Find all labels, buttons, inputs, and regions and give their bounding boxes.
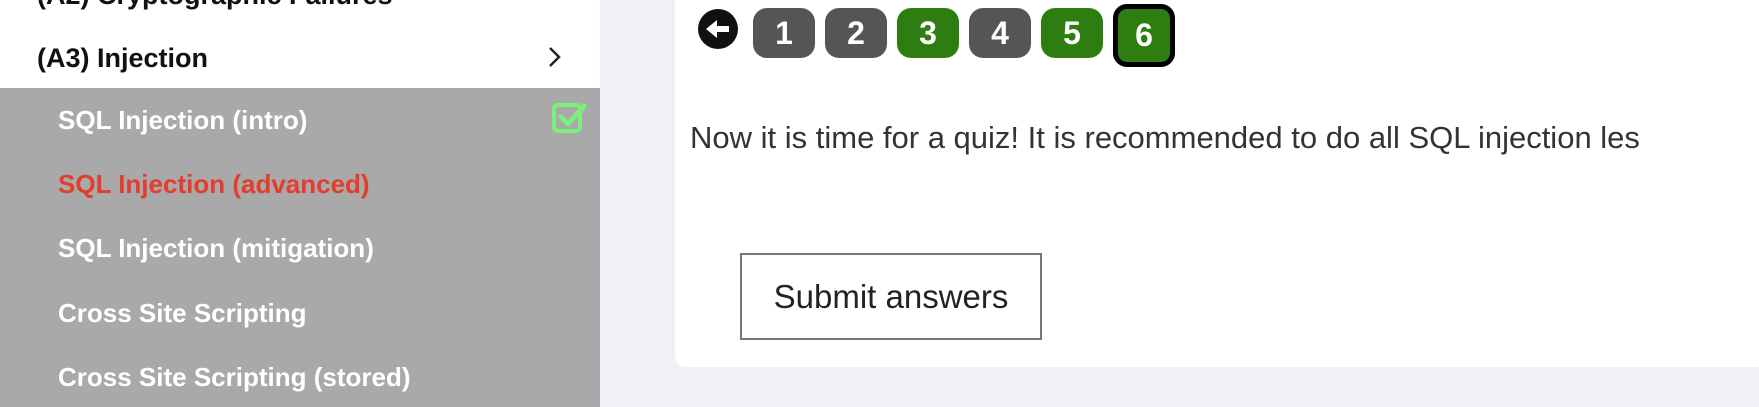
page-button-2[interactable]: 2	[825, 8, 887, 58]
chevron-right-icon	[549, 47, 561, 67]
lesson-sql-injection-mitigation[interactable]: SQL Injection (mitigation)	[58, 233, 374, 264]
lesson-list: SQL Injection (intro) SQL Injection (adv…	[0, 88, 600, 407]
sidebar: (A2) Cryptographic Failures (A3) Injecti…	[0, 0, 600, 407]
arrow-left-circle-icon[interactable]	[697, 8, 739, 50]
page-button-3[interactable]: 3	[897, 8, 959, 58]
check-square-icon	[552, 103, 587, 133]
lesson-sql-injection-advanced[interactable]: SQL Injection (advanced)	[58, 169, 370, 200]
lesson-cross-site-scripting[interactable]: Cross Site Scripting	[58, 298, 307, 329]
category-above-cut[interactable]: (A2) Cryptographic Failures	[37, 0, 393, 11]
submit-answers-button[interactable]: Submit answers	[740, 253, 1042, 340]
quiz-intro-text: Now it is time for a quiz! It is recomme…	[690, 120, 1640, 155]
page-button-5[interactable]: 5	[1041, 8, 1103, 58]
lesson-sql-injection-intro[interactable]: SQL Injection (intro)	[58, 105, 307, 136]
category-injection[interactable]: (A3) Injection	[0, 31, 600, 87]
page-button-1[interactable]: 1	[753, 8, 815, 58]
page-button-6[interactable]: 6	[1113, 4, 1175, 67]
page-button-4[interactable]: 4	[969, 8, 1031, 58]
main-area	[600, 0, 1759, 407]
category-label: (A3) Injection	[37, 43, 209, 73]
lesson-cross-site-scripting-stored[interactable]: Cross Site Scripting (stored)	[58, 362, 411, 393]
